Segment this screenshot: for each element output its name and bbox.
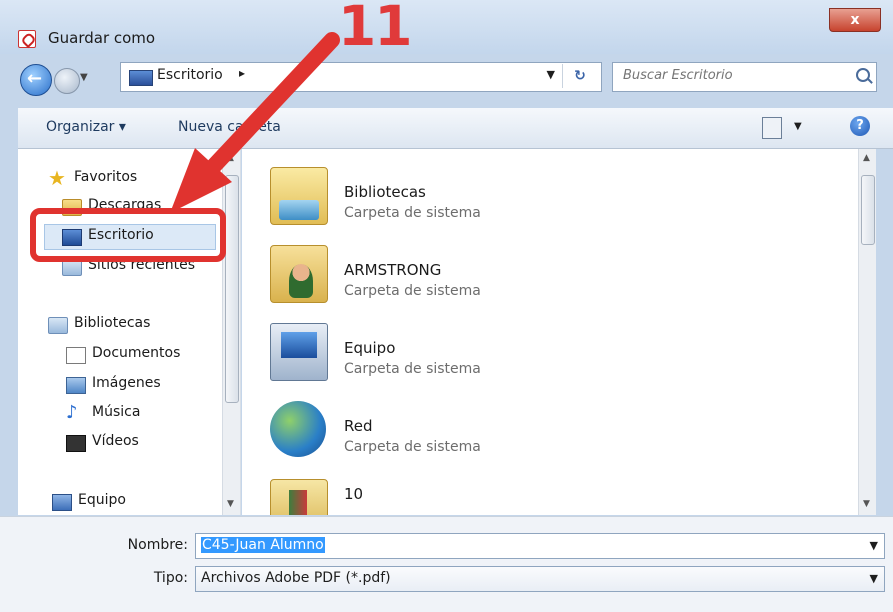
computer-icon: [270, 323, 328, 381]
film-icon: [66, 435, 86, 452]
filename-label: Nombre:: [127, 537, 188, 553]
libraries-icon: [48, 317, 68, 334]
item-type: Carpeta de sistema: [344, 283, 481, 299]
save-form: Nombre: C45-Juan Alumno ▼ Tipo: Archivos…: [0, 516, 893, 612]
documents-icon: [66, 347, 86, 364]
forward-button[interactable]: [54, 68, 80, 94]
scroll-up-icon[interactable]: ▲: [863, 153, 870, 163]
chevron-down-icon[interactable]: ▼: [870, 572, 878, 585]
item-name: Bibliotecas: [344, 183, 426, 201]
organize-button[interactable]: Organizar ▾: [46, 119, 126, 135]
folder-icon: [270, 479, 328, 515]
title-bar: Guardar como x: [0, 0, 893, 54]
nav-scroll-thumb[interactable]: [225, 175, 239, 403]
star-icon: ★: [48, 166, 66, 190]
filetype-select[interactable]: Archivos Adobe PDF (*.pdf) ▼: [195, 566, 885, 592]
computer-icon: [52, 494, 72, 511]
images-icon: [66, 377, 86, 394]
list-item[interactable]: 10: [242, 471, 842, 515]
window-title: Guardar como: [48, 29, 156, 47]
nav-label: Documentos: [92, 345, 181, 361]
libraries-icon: [270, 167, 328, 225]
views-dropdown[interactable]: ▼: [794, 121, 802, 132]
scroll-up-icon[interactable]: ▲: [227, 153, 234, 163]
desktop-icon: [129, 70, 153, 86]
list-item[interactable]: Red Carpeta de sistema: [242, 393, 842, 469]
recent-pages-dropdown[interactable]: ▼: [80, 72, 88, 83]
nav-label: Vídeos: [92, 433, 139, 449]
network-globe-icon: [270, 401, 326, 457]
address-dropdown[interactable]: ▼: [547, 68, 555, 81]
breadcrumb-chevron-icon[interactable]: ▸: [239, 66, 245, 80]
filetype-value[interactable]: Archivos Adobe PDF (*.pdf): [201, 570, 391, 586]
address-location[interactable]: Escritorio: [157, 67, 223, 83]
filetype-label: Tipo:: [153, 570, 188, 586]
toolbar: Organizar ▾ Nueva carpeta ▼ ?: [18, 108, 893, 149]
file-list: Bibliotecas Carpeta de sistema ARMSTRONG…: [242, 149, 876, 515]
list-item[interactable]: ARMSTRONG Carpeta de sistema: [242, 237, 842, 313]
close-button[interactable]: x: [829, 8, 881, 32]
item-name: Red: [344, 417, 373, 435]
help-icon[interactable]: ?: [850, 116, 870, 136]
nav-label: Favoritos: [74, 169, 138, 185]
address-bar[interactable]: Escritorio ▸ ▼ ↻: [120, 62, 602, 92]
nav-label: Equipo: [78, 492, 126, 508]
item-name: 10: [344, 485, 364, 503]
chevron-down-icon[interactable]: ▼: [870, 539, 878, 552]
list-item[interactable]: Bibliotecas Carpeta de sistema: [242, 159, 842, 235]
user-folder-icon: [270, 245, 328, 303]
annotation-highlight-box: [30, 208, 226, 262]
views-icon[interactable]: [762, 117, 782, 139]
music-note-icon: ♪: [66, 402, 78, 423]
filename-value[interactable]: C45-Juan Alumno: [201, 537, 325, 553]
refresh-button[interactable]: ↻: [562, 64, 597, 88]
navigation-pane: ★ Favoritos Descargas Escritorio Sitios …: [18, 149, 241, 515]
item-type: Carpeta de sistema: [344, 361, 481, 377]
new-folder-button[interactable]: Nueva carpeta: [178, 119, 281, 135]
file-scroll-thumb[interactable]: [861, 175, 875, 245]
acrobat-icon: [18, 30, 36, 48]
item-name: Equipo: [344, 339, 396, 357]
nav-label: Imágenes: [92, 375, 161, 391]
step-number-annotation: 11: [338, 0, 413, 58]
item-name: ARMSTRONG: [344, 261, 442, 279]
list-item[interactable]: Equipo Carpeta de sistema: [242, 315, 842, 391]
scroll-down-icon[interactable]: ▼: [227, 499, 234, 509]
nav-label: Música: [92, 404, 141, 420]
item-type: Carpeta de sistema: [344, 205, 481, 221]
file-list-scrollbar[interactable]: ▲ ▼: [858, 149, 876, 515]
search-box[interactable]: [612, 62, 877, 92]
item-type: Carpeta de sistema: [344, 439, 481, 455]
search-icon[interactable]: [856, 68, 870, 82]
filename-field[interactable]: C45-Juan Alumno ▼: [195, 533, 885, 559]
back-button[interactable]: [20, 64, 52, 96]
search-input[interactable]: [621, 67, 845, 84]
scroll-down-icon[interactable]: ▼: [863, 499, 870, 509]
nav-scrollbar[interactable]: ▲ ▼: [222, 149, 240, 515]
nav-label: Bibliotecas: [74, 315, 151, 331]
